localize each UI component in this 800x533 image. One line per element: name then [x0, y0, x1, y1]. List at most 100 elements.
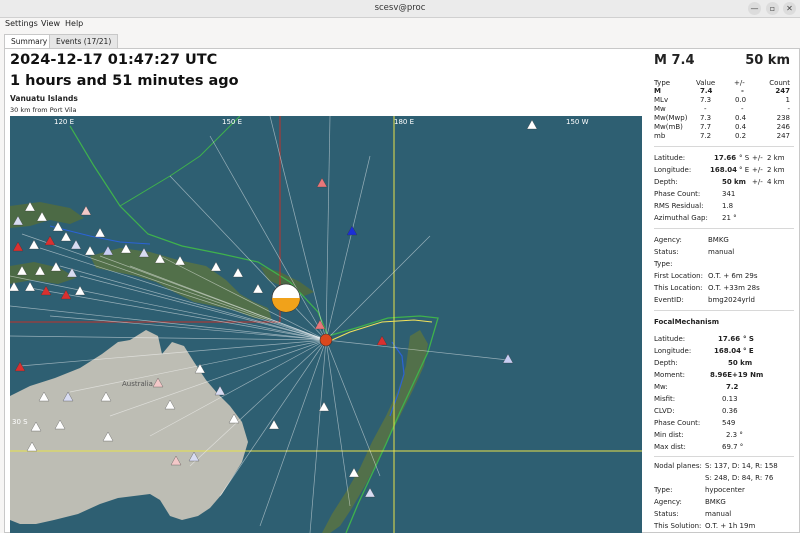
tab-summary[interactable]: Summary — [4, 34, 55, 49]
first-location-label: First Location: — [654, 272, 703, 280]
mag-row-type: Mw(mB) — [654, 123, 683, 131]
magnitude-value: M 7.4 — [654, 53, 695, 68]
this-location-value: O.T. +33m 28s — [708, 284, 760, 292]
focal-depth-value: 50 km — [728, 359, 753, 367]
first-location-value: O.T. + 6m 29s — [708, 272, 758, 280]
rms-residual-value: 1.8 — [722, 202, 734, 210]
epicenter-marker[interactable] — [319, 333, 333, 347]
menu-bar: Settings View Help — [0, 18, 800, 32]
mag-row-type: MLv — [654, 96, 669, 104]
depth-value: 50 km — [745, 53, 790, 68]
phase-count-label: Phase Count: — [654, 190, 701, 198]
clvd-value: 0.36 — [722, 407, 738, 415]
time-ago: 1 hours and 51 minutes ago — [10, 73, 239, 89]
maximize-button[interactable]: ▫ — [766, 2, 779, 15]
mag-row-count: 1 — [785, 96, 790, 104]
nodal-plane-2: S: 248, D: 84, R: 76 — [705, 474, 774, 482]
mag-row-type: M — [654, 87, 661, 95]
longitude-label: Longitude: — [654, 166, 692, 174]
type-label: Type: — [654, 260, 673, 268]
nearby-city: 30 km from Port Vila — [10, 106, 77, 114]
mag-row-count: 246 — [776, 123, 790, 131]
longitude-value: 168.04 — [710, 166, 738, 174]
latitude-pm: +/- — [752, 154, 763, 162]
mag-row-unc: 0.4 — [735, 123, 747, 131]
focal-agency-label: Agency: — [654, 498, 682, 506]
agency-label: Agency: — [654, 236, 682, 244]
mag-row-value: 7.3 — [700, 114, 712, 122]
mag-row-type: mb — [654, 132, 666, 140]
mag-row-unc: - — [741, 105, 744, 113]
mag-row-unc: 0.4 — [735, 114, 747, 122]
mag-row-count: 247 — [775, 87, 790, 95]
latitude-label: Latitude: — [654, 154, 686, 162]
map-canvas: 120 E 150 E 180 E 150 W 30 S Australia — [10, 116, 642, 533]
focal-phase-count-label: Phase Count: — [654, 419, 701, 427]
max-dist-value: 69.7 ° — [722, 443, 744, 451]
origin-time: 2024-12-17 01:47:27 UTC — [10, 52, 218, 68]
azimuthal-gap-label: Azimuthal Gap: — [654, 214, 708, 222]
moment-label: Moment: — [654, 371, 685, 379]
focal-latitude-label: Latitude: — [654, 335, 686, 343]
mag-header-type: Type — [654, 79, 671, 87]
mag-row-value: 7.7 — [700, 123, 712, 131]
menu-view[interactable]: View — [41, 19, 60, 28]
depth-uncertainty: 4 km — [767, 178, 785, 186]
beachball-icon[interactable] — [271, 283, 301, 313]
moment-value: 8.96E+19 Nm — [710, 371, 764, 379]
divider — [654, 146, 794, 147]
latitude-uncertainty: 2 km — [767, 154, 785, 162]
agency-value: BMKG — [708, 236, 729, 244]
focal-status-label: Status: — [654, 510, 679, 518]
latitude-unit: ° S — [739, 154, 750, 162]
divider — [654, 310, 794, 311]
focal-type-value: hypocenter — [705, 486, 745, 494]
event-map[interactable]: 120 E 150 E 180 E 150 W 30 S Australia — [10, 116, 642, 533]
longitude-uncertainty: 2 km — [767, 166, 785, 174]
min-dist-value: 2.3 ° — [726, 431, 743, 439]
mag-row-value: - — [704, 105, 707, 113]
focal-mw-label: Mw: — [654, 383, 668, 391]
focal-phase-count-value: 549 — [722, 419, 736, 427]
focal-longitude-label: Longitude: — [654, 347, 692, 355]
focal-type-label: Type: — [654, 486, 673, 494]
min-dist-label: Min dist: — [654, 431, 684, 439]
longitude-pm: +/- — [752, 166, 763, 174]
status-label: Status: — [654, 248, 679, 256]
mag-header-unc: +/- — [734, 79, 745, 87]
lon-label-150w: 150 W — [566, 118, 589, 126]
tab-events[interactable]: Events (17/21) — [49, 34, 119, 48]
max-dist-label: Max dist: — [654, 443, 686, 451]
nodal-planes-label: Nodal planes: — [654, 462, 702, 470]
mag-header-value: Value — [696, 79, 716, 87]
mag-row-count: 247 — [776, 132, 790, 140]
mag-row-count: - — [787, 105, 790, 113]
mag-row-value: 7.4 — [700, 87, 713, 95]
depth-unit: km — [734, 178, 746, 186]
lon-label-120e: 120 E — [54, 118, 74, 126]
menu-settings[interactable]: Settings — [5, 19, 38, 28]
misfit-label: Misfit: — [654, 395, 676, 403]
this-solution-value: O.T. + 1h 19m — [705, 522, 756, 530]
status-value: manual — [708, 248, 735, 256]
depth-label: Depth: — [654, 178, 678, 186]
place-label-australia: Australia — [122, 380, 153, 388]
divider — [654, 228, 794, 229]
misfit-value: 0.13 — [722, 395, 738, 403]
window-titlebar: scesv@proc — ▫ ✕ — [0, 0, 800, 18]
close-button[interactable]: ✕ — [783, 2, 796, 15]
focal-longitude-unit: ° E — [743, 347, 754, 355]
phase-count-value: 341 — [722, 190, 736, 198]
focal-depth-label: Depth: — [654, 359, 678, 367]
mag-row-count: 238 — [776, 114, 790, 122]
menu-help[interactable]: Help — [65, 19, 83, 28]
lon-label-180e: 180 E — [394, 118, 414, 126]
focal-longitude-value: 168.04 — [714, 347, 742, 355]
mag-row-value: 7.2 — [700, 132, 712, 140]
focal-status-value: manual — [705, 510, 732, 518]
azimuthal-gap-value: 21 ° — [722, 214, 737, 222]
lat-label-30s: 30 S — [12, 418, 28, 426]
divider — [654, 456, 794, 457]
minimize-button[interactable]: — — [748, 2, 761, 15]
mag-row-unc: 0.0 — [735, 96, 747, 104]
